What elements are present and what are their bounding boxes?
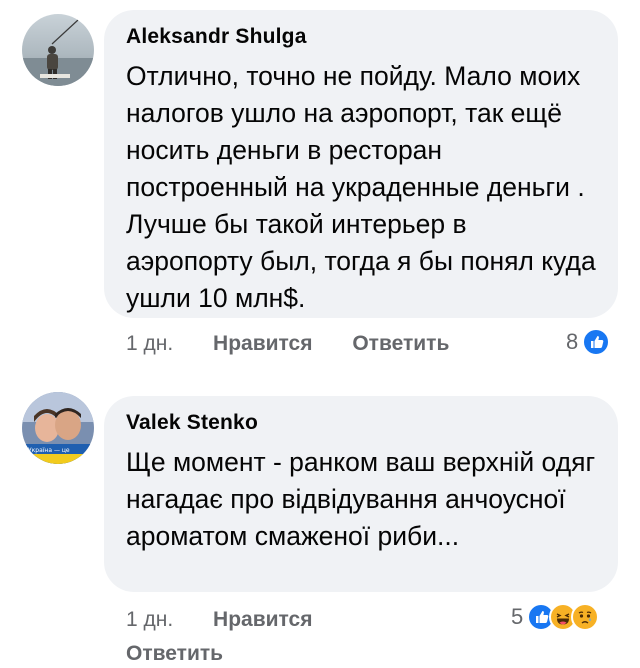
reaction-count: 8 [566, 329, 579, 354]
comment-bubble: Valek Stenko Ще момент - ранком ваш верх… [104, 396, 618, 592]
like-icon [582, 328, 611, 356]
reactions-summary[interactable]: 8 [566, 328, 611, 356]
like-button[interactable]: Нравится [213, 608, 312, 632]
sad-icon [571, 603, 600, 631]
reaction-count: 5 [511, 604, 524, 629]
comment-text: Отлично, точно не пойду. Мало моих налог… [126, 61, 596, 313]
comment-author[interactable]: Aleksandr Shulga [126, 24, 596, 50]
reply-button[interactable]: Ответить [126, 642, 223, 666]
comment-timestamp[interactable]: 1 дн. [126, 332, 173, 356]
comment-text: Ще момент - ранком ваш верхній одяг нага… [126, 447, 596, 551]
avatar-valek-stenko[interactable]: Україна — це [22, 392, 94, 464]
comment-actions: 1 дн. Нравится Ответить [126, 332, 449, 356]
like-button[interactable]: Нравится [213, 332, 312, 356]
comment-author[interactable]: Valek Stenko [126, 410, 596, 436]
avatar-photo-couple: Україна — це [22, 392, 94, 464]
comment-bubble: Aleksandr Shulga Отлично, точно не пойду… [104, 10, 618, 318]
reactions-summary[interactable]: 5 [511, 603, 600, 631]
avatar-aleksandr-shulga[interactable] [22, 14, 94, 86]
svg-text:Україна — це: Україна — це [28, 447, 70, 454]
comment-actions: 1 дн. Нравится [126, 608, 312, 632]
avatar-photo-fisherman [22, 14, 94, 86]
reply-button[interactable]: Ответить [352, 332, 449, 356]
comment-timestamp[interactable]: 1 дн. [126, 608, 173, 632]
